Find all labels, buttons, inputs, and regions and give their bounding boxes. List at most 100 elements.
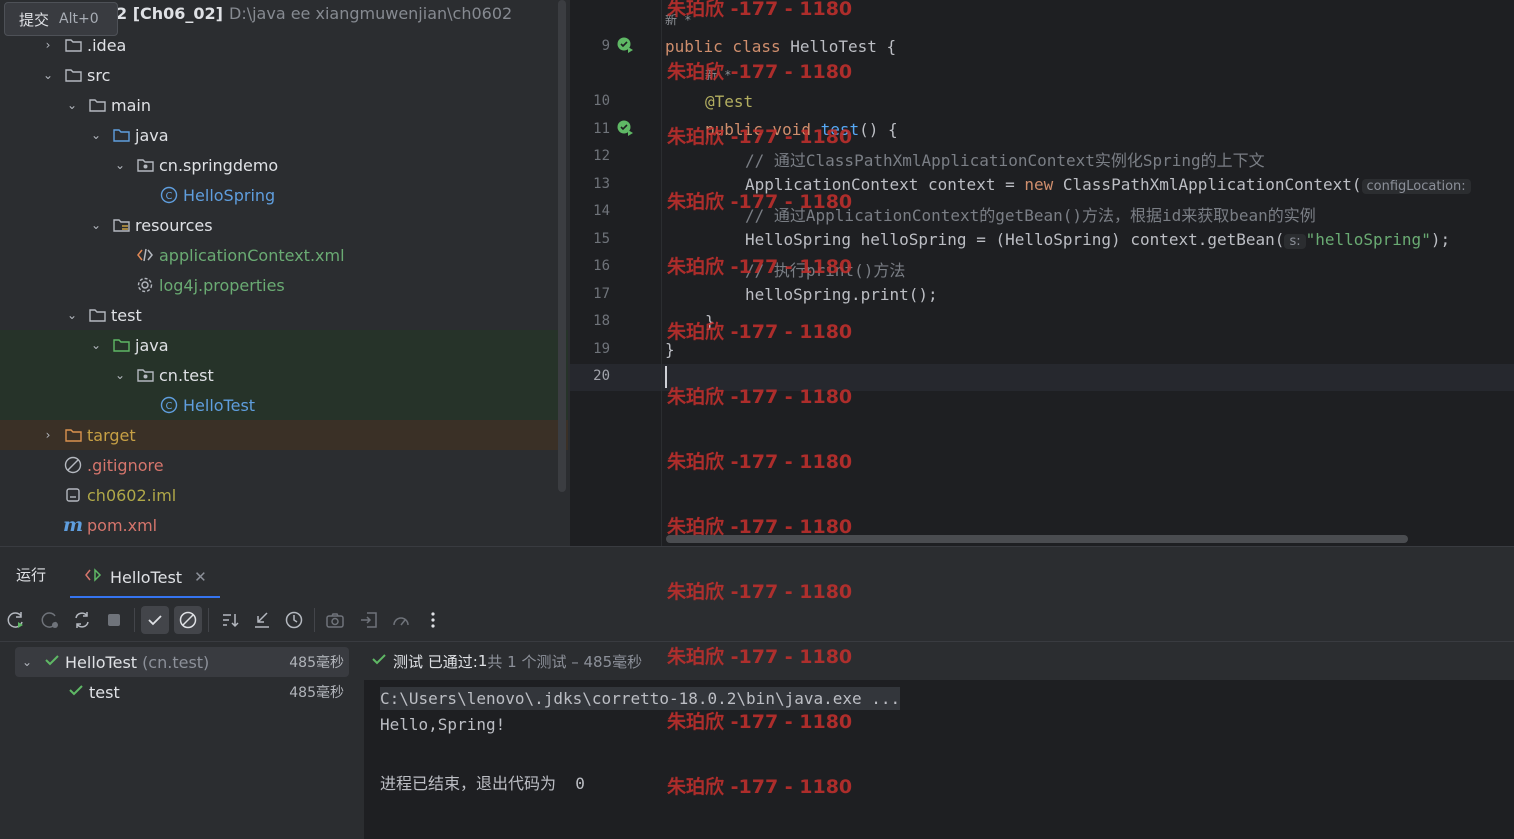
code-line-19[interactable]: }: [665, 340, 675, 359]
tree-item-label: HelloSpring: [183, 185, 276, 205]
test-class-icon: [84, 567, 102, 587]
camera-icon[interactable]: [321, 606, 349, 634]
tree-item-test[interactable]: ⌄ test: [0, 300, 568, 330]
line-number: 15: [593, 231, 610, 247]
stop-button[interactable]: [100, 606, 128, 634]
rerun-button[interactable]: [2, 606, 30, 634]
code-line-18[interactable]: }: [665, 312, 715, 331]
text-caret: [665, 366, 667, 388]
resources-folder-icon: [112, 216, 130, 234]
tree-item-label: test: [111, 305, 142, 325]
line-number: 19: [593, 341, 610, 357]
chevron-down-icon[interactable]: ⌄: [19, 654, 35, 670]
test-name: HelloTest: [65, 652, 138, 672]
test-duration: 485毫秒: [289, 685, 344, 701]
code-line-13[interactable]: ApplicationContext context = new ClassPa…: [665, 175, 1471, 194]
more-options-icon[interactable]: [419, 606, 447, 634]
chevron-down-icon[interactable]: ⌄: [112, 367, 128, 383]
rerun-failed-button[interactable]: [36, 606, 64, 634]
test-results-tree: ⌄ HelloTest (cn.test) 485毫秒 test 485毫秒: [0, 642, 364, 839]
editor-horizontal-scrollbar[interactable]: [666, 535, 1408, 543]
tree-item-label: resources: [135, 215, 213, 235]
package-icon: [136, 366, 154, 384]
console-exit-line: 进程已结束，退出代码为 0: [380, 774, 585, 793]
console-command-line[interactable]: C:\Users\lenovo\.jdks\corretto-18.0.2\bi…: [380, 687, 901, 710]
code-line-15[interactable]: HelloSpring helloSpring = (HelloSpring) …: [665, 230, 1450, 249]
test-folder-icon: [112, 336, 130, 354]
tree-item-applicationcontext-xml[interactable]: applicationContext.xml: [0, 240, 568, 270]
run-test-icon[interactable]: [616, 119, 636, 139]
project-root-title[interactable]: 2 [Ch06_02] D:\java ee xiangmuwenjian\ch0…: [116, 4, 512, 23]
ignore-file-icon: [64, 456, 82, 474]
new-mark: 新 *: [705, 68, 732, 82]
class-icon: C: [160, 396, 178, 414]
chevron-down-icon[interactable]: ⌄: [40, 67, 56, 83]
status-detail: 共 1 个测试 – 485毫秒: [487, 652, 643, 671]
tree-item-cn-springdemo[interactable]: ⌄ cn.springdemo: [0, 150, 568, 180]
tree-item-label: src: [87, 65, 111, 85]
chevron-down-icon[interactable]: ⌄: [88, 337, 104, 353]
svg-text:C: C: [166, 401, 173, 412]
code-line-14[interactable]: // 通过ApplicationContext的getBean()方法，根据id…: [665, 202, 1316, 226]
code-line-17[interactable]: helloSpring.print();: [665, 285, 938, 304]
check-icon: [43, 651, 61, 673]
test-row-test[interactable]: test 485毫秒: [15, 677, 349, 707]
tree-item-log4j-properties[interactable]: log4j.properties: [0, 270, 568, 300]
code-line-11[interactable]: public void test() {: [665, 120, 898, 139]
tree-item-java-main[interactable]: ⌄ java: [0, 120, 568, 150]
chevron-down-icon[interactable]: ⌄: [88, 217, 104, 233]
tree-item-pom-xml[interactable]: m pom.xml: [0, 510, 568, 540]
check-icon: [370, 650, 388, 672]
tree-item-java-test[interactable]: ⌄ java: [0, 330, 568, 360]
line-number: 13: [593, 176, 610, 192]
chevron-down-icon[interactable]: ⌄: [112, 157, 128, 173]
project-panel: 2 [Ch06_02] D:\java ee xiangmuwenjian\ch0…: [0, 0, 570, 546]
toolbar-separator: [208, 608, 209, 632]
tree-item-hellospring[interactable]: C HelloSpring: [0, 180, 568, 210]
folder-icon: [64, 36, 82, 54]
run-test-icon[interactable]: [616, 36, 636, 56]
collapse-all-button[interactable]: [248, 606, 276, 634]
toggle-auto-test-button[interactable]: [68, 606, 96, 634]
tree-item-cn-test[interactable]: ⌄ cn.test: [0, 360, 568, 390]
run-toolbar: [0, 598, 1514, 642]
close-icon[interactable]: ✕: [194, 568, 207, 586]
tab-hellotest[interactable]: HelloTest ✕: [70, 555, 220, 599]
tree-item-src[interactable]: ⌄ src: [0, 60, 568, 90]
tree-item-iml[interactable]: ch0602.iml: [0, 480, 568, 510]
folder-icon: [88, 96, 106, 114]
chevron-right-icon[interactable]: ›: [40, 37, 56, 53]
tree-item-label: HelloTest: [183, 395, 256, 415]
test-package: (cn.test): [142, 652, 210, 672]
import-tests-button[interactable]: [355, 606, 383, 634]
sort-button[interactable]: [216, 606, 244, 634]
tree-item-label: java: [135, 335, 169, 355]
tree-item-hellotest[interactable]: C HelloTest: [0, 390, 568, 420]
chevron-right-icon[interactable]: ›: [40, 427, 56, 443]
line-number: 20: [593, 368, 610, 384]
coverage-icon[interactable]: [387, 606, 415, 634]
show-ignored-toggle[interactable]: [174, 606, 202, 634]
code-line-10[interactable]: @Test: [665, 92, 753, 111]
run-console[interactable]: 测试 已通过: 1共 1 个测试 – 485毫秒 C:\Users\lenovo…: [364, 642, 1514, 839]
test-row-hellotest[interactable]: ⌄ HelloTest (cn.test) 485毫秒: [15, 647, 349, 677]
tree-item-target[interactable]: › target: [0, 420, 568, 450]
tree-item-main[interactable]: ⌄ main: [0, 90, 568, 120]
test-status-bar: 测试 已通过: 1共 1 个测试 – 485毫秒: [364, 642, 1514, 680]
chevron-down-icon[interactable]: ⌄: [64, 97, 80, 113]
tree-scrollbar[interactable]: [558, 0, 566, 492]
code-line-12[interactable]: // 通过ClassPathXmlApplicationContext实例化Sp…: [665, 147, 1265, 171]
tree-item-label: target: [87, 425, 136, 445]
tree-item-gitignore[interactable]: .gitignore: [0, 450, 568, 480]
svg-text:C: C: [166, 191, 173, 202]
chevron-down-icon[interactable]: ⌄: [88, 127, 104, 143]
code-line-16[interactable]: // 执行print()方法: [665, 257, 905, 281]
history-button[interactable]: [280, 606, 308, 634]
show-passed-toggle[interactable]: [141, 606, 169, 634]
chevron-down-icon[interactable]: ⌄: [64, 307, 80, 323]
tree-item-resources[interactable]: ⌄ resources: [0, 210, 568, 240]
package-icon: [136, 156, 154, 174]
code-line-9[interactable]: public class HelloTest {: [665, 37, 896, 56]
code-editor[interactable]: 新 * 新 * 9 10 11 12 13 14 15 16 17 18 19 …: [570, 0, 1514, 546]
tooltip-label: 提交: [19, 10, 50, 29]
